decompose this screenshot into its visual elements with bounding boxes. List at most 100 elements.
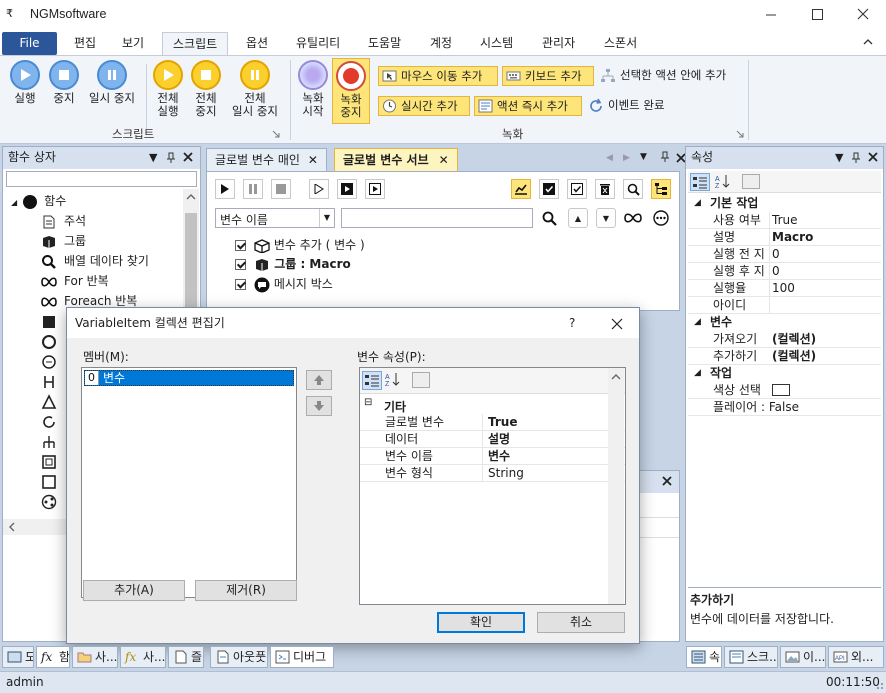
chart-mode-button[interactable] [511, 179, 531, 199]
add-in-selected-action-button[interactable]: 선택한 액션 안에 추가 [598, 66, 748, 86]
record-stop-button[interactable]: 녹화 중지 [332, 58, 370, 124]
dialog-prop-row[interactable]: 글로벌 변수 True [360, 414, 625, 431]
clear-button[interactable] [595, 179, 615, 199]
close-button[interactable] [840, 0, 886, 30]
more-options-button[interactable] [650, 207, 672, 229]
pane-close-icon[interactable] [868, 152, 878, 162]
run-from-here-button[interactable] [365, 179, 385, 199]
dialog-prop-row[interactable]: 데이터 설명 [360, 431, 625, 448]
move-up-member-button[interactable] [306, 370, 332, 390]
bottom-tab-output[interactable]: 아웃풋 [210, 646, 268, 668]
chevron-down-icon[interactable]: ▼ [319, 209, 334, 227]
alphabetical-button[interactable]: AZ [714, 173, 734, 191]
run-selected-button[interactable] [337, 179, 357, 199]
scroll-up-icon[interactable] [608, 370, 624, 384]
script-group-launcher-icon[interactable] [272, 130, 280, 138]
bottom-tab-3[interactable]: fx 사... [120, 646, 166, 668]
script-item-group-macro[interactable]: 그룹 : Macro [235, 254, 351, 274]
prop-row-player[interactable]: 플레이어 : False [688, 399, 881, 416]
run-button[interactable]: 실행 [6, 60, 44, 105]
prop-row[interactable]: 실행 후 지 0 [688, 263, 881, 280]
tab-sponsor[interactable]: 스폰서 [594, 32, 647, 55]
prop-row-import[interactable]: 가져오기 (컬렉션) [688, 331, 881, 348]
bottom-tab-images[interactable]: 이... [780, 646, 826, 668]
tree-view-button[interactable] [651, 179, 671, 199]
dialog-category-row[interactable]: ⊟ 기타 [360, 397, 625, 414]
dialog-grid-scrollbar[interactable] [608, 368, 624, 604]
pane-close-icon[interactable] [183, 152, 193, 162]
bottom-tab-favorites[interactable]: 즐 [168, 646, 204, 668]
pane-menu-icon[interactable]: ▼ [835, 147, 843, 168]
tab-scroll-left-icon[interactable]: ◀ [606, 153, 613, 163]
ok-button[interactable]: 확인 [437, 612, 525, 633]
tree-root-functions[interactable]: ◢ 함수 [11, 191, 181, 211]
run-all-button[interactable]: 전체 실행 [150, 60, 186, 118]
item-checkbox[interactable] [235, 259, 246, 270]
maximize-button[interactable] [794, 0, 840, 30]
collapse-minus-icon[interactable]: ⊟ [364, 397, 372, 408]
collapse-arrow-icon[interactable]: ◢ [694, 314, 701, 331]
dialog-help-button[interactable]: ? [569, 308, 575, 338]
dialog-close-icon[interactable] [611, 318, 623, 330]
add-member-button[interactable]: 추가(A) [83, 580, 185, 601]
tab-view[interactable]: 보기 [112, 32, 154, 55]
move-up-button[interactable]: ▲ [568, 208, 588, 228]
record-group-launcher-icon[interactable] [736, 130, 744, 138]
prop-row-color[interactable]: 색상 선택 [688, 382, 881, 399]
alphabetical-button[interactable]: AZ [384, 371, 404, 390]
find-button[interactable] [623, 179, 643, 199]
prop-row[interactable]: 실행 전 지 0 [688, 246, 881, 263]
tab-admin[interactable]: 관리자 [532, 32, 585, 55]
pin-icon[interactable] [851, 147, 861, 164]
bottom-tab-properties[interactable]: 속 [686, 646, 722, 668]
stop-script-button[interactable] [271, 179, 291, 199]
stop-all-button[interactable]: 전체 중지 [188, 60, 224, 118]
pause-button[interactable]: 일시 중지 [84, 60, 140, 105]
tree-item-array-find[interactable]: 배열 데이타 찾기 [11, 251, 181, 271]
item-checkbox[interactable] [235, 279, 246, 290]
move-down-button[interactable]: ▼ [596, 208, 616, 228]
add-keyboard-button[interactable]: 키보드 추가 [502, 66, 594, 86]
search-button[interactable] [538, 207, 560, 229]
tab-global-var-sub[interactable]: 글로벌 변수 서브 ✕ [334, 148, 458, 171]
bottom-tab-0[interactable]: 도 [2, 646, 34, 668]
members-list[interactable]: 0 변수 [81, 367, 297, 598]
collapse-arrow-icon[interactable]: ◢ [694, 195, 701, 212]
pause-script-button[interactable] [243, 179, 263, 199]
color-swatch[interactable] [772, 384, 790, 396]
bottom-tab-scripts[interactable]: 스크... [724, 646, 778, 668]
tab-account[interactable]: 계정 [420, 32, 462, 55]
run-script-button[interactable] [215, 179, 235, 199]
prop-row[interactable]: 설명 Macro [688, 229, 881, 246]
tab-file[interactable]: File [2, 32, 57, 55]
tab-close-icon[interactable]: ✕ [308, 153, 318, 167]
tab-options[interactable]: 옵션 [236, 32, 278, 55]
prop-row[interactable]: 실행율 100 [688, 280, 881, 297]
add-action-instant-button[interactable]: 액션 즉시 추가 [474, 96, 582, 116]
resize-grip-icon[interactable] [874, 680, 884, 690]
move-down-member-button[interactable] [306, 396, 332, 416]
prop-row-add[interactable]: 추가하기 (컬렉션) [688, 348, 881, 365]
remove-member-button[interactable]: 제거(R) [195, 580, 297, 601]
bottom-tab-external[interactable]: API 외... [828, 646, 884, 668]
add-realtime-button[interactable]: 실시간 추가 [378, 96, 470, 116]
scroll-left-icon[interactable] [8, 522, 16, 532]
dialog-prop-row[interactable]: 변수 이름 변수 [360, 448, 625, 465]
tab-utility[interactable]: 유틸리티 [286, 32, 350, 55]
categorized-button[interactable] [690, 173, 710, 191]
pane-menu-icon[interactable]: ▼ [149, 147, 157, 168]
pane-close-icon[interactable] [662, 476, 672, 486]
prop-row[interactable]: 사용 여부 True [688, 212, 881, 229]
bottom-tab-debug[interactable]: 디버그 [270, 646, 334, 668]
prop-row[interactable]: 아이디 [688, 297, 881, 314]
bottom-tab-2[interactable]: 사... [72, 646, 118, 668]
record-start-button[interactable]: 녹화 시작 [296, 60, 330, 118]
collapse-ribbon-icon[interactable] [862, 36, 874, 48]
step-run-button[interactable] [309, 179, 329, 199]
system-menu-icon[interactable]: ₹ [6, 7, 13, 20]
scroll-up-icon[interactable] [186, 193, 196, 201]
minimize-button[interactable] [748, 0, 794, 30]
tab-global-var-main[interactable]: 글로벌 변수 매인 ✕ [206, 148, 327, 171]
event-complete-button[interactable]: 이벤트 완료 [586, 96, 686, 116]
tab-list-icon[interactable]: ▼ [640, 152, 647, 162]
